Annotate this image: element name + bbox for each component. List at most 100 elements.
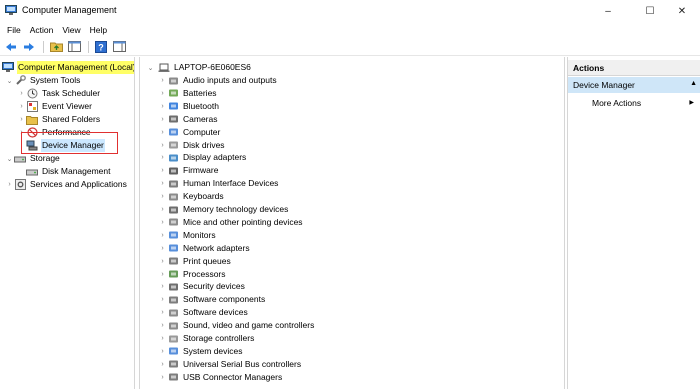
menu-view[interactable]: View: [59, 25, 86, 35]
device-category-row[interactable]: › Memory technology devices: [158, 203, 289, 216]
device-category-row[interactable]: › Human Interface Devices: [158, 177, 279, 190]
sound-icon: [167, 320, 179, 331]
expand-chevron-icon[interactable]: ›: [158, 203, 167, 216]
close-button[interactable]: ✕: [664, 0, 700, 22]
expand-chevron-icon[interactable]: ›: [158, 358, 167, 371]
expand-chevron-icon[interactable]: ›: [158, 151, 167, 164]
device-category-row[interactable]: › Audio inputs and outputs: [158, 74, 278, 87]
device-category-row[interactable]: › Universal Serial Bus controllers: [158, 358, 302, 371]
expand-chevron-icon[interactable]: ›: [5, 178, 14, 191]
tree-item-root[interactable]: Computer Management (Local): [2, 61, 134, 74]
device-category-row[interactable]: › Bluetooth: [158, 100, 220, 113]
device-category-label: Mice and other pointing devices: [183, 216, 303, 227]
expand-chevron-icon[interactable]: ›: [158, 139, 167, 152]
tree-item-label: Task Scheduler: [42, 88, 101, 98]
expand-chevron-icon[interactable]: ›: [158, 345, 167, 358]
submenu-arrow-icon[interactable]: ▶: [689, 99, 694, 106]
actions-header: Actions: [568, 60, 700, 76]
tree-item-system-tools[interactable]: ⌄ System Tools: [5, 74, 81, 87]
expand-chevron-icon[interactable]: ›: [158, 164, 167, 177]
collapse-chevron-icon[interactable]: ⌄: [5, 152, 14, 165]
expand-chevron-icon[interactable]: ›: [158, 87, 167, 100]
device-category-row[interactable]: › Network adapters: [158, 242, 251, 255]
expand-chevron-icon[interactable]: ›: [158, 280, 167, 293]
forward-icon[interactable]: [21, 40, 37, 54]
device-category-row[interactable]: › USB Connector Managers: [158, 371, 283, 384]
device-category-row[interactable]: › System devices: [158, 345, 244, 358]
tree-item-disk-management[interactable]: Disk Management: [26, 165, 112, 178]
expand-chevron-icon[interactable]: ›: [17, 87, 26, 100]
device-category-row[interactable]: › Firmware: [158, 164, 219, 177]
expand-chevron-icon[interactable]: ›: [158, 371, 167, 384]
show-hide-console-tree-icon[interactable]: [66, 40, 82, 54]
show-action-pane-icon[interactable]: [111, 40, 127, 54]
actions-section-device-manager[interactable]: Device Manager ▲: [568, 77, 700, 93]
expand-chevron-icon[interactable]: ›: [158, 319, 167, 332]
system-device-icon: [167, 346, 179, 357]
tree-item-task-scheduler[interactable]: › Task Scheduler: [17, 87, 101, 100]
more-actions-item[interactable]: More Actions: [592, 98, 641, 108]
collapse-chevron-icon[interactable]: ⌄: [146, 61, 155, 74]
audio-icon: [167, 75, 179, 86]
computer-management-app-icon: [5, 5, 17, 16]
computer-management-window: Computer Management – ☐ ✕ File Action Vi…: [0, 0, 700, 389]
maximize-button[interactable]: ☐: [632, 0, 668, 22]
device-category-row[interactable]: › Cameras: [158, 113, 218, 126]
expand-chevron-icon[interactable]: ›: [158, 242, 167, 255]
device-category-row[interactable]: › Software devices: [158, 306, 249, 319]
tree-item-services-applications[interactable]: › Services and Applications: [5, 178, 128, 191]
actions-section-label: Device Manager: [573, 80, 635, 90]
device-category-row[interactable]: › Security devices: [158, 280, 246, 293]
menu-action[interactable]: Action: [27, 25, 60, 35]
expand-chevron-icon[interactable]: ›: [17, 100, 26, 113]
memory-icon: [167, 204, 179, 215]
expand-chevron-icon[interactable]: ›: [158, 255, 167, 268]
minimize-button[interactable]: –: [590, 0, 626, 22]
device-category-row[interactable]: › Display adapters: [158, 151, 247, 164]
camera-icon: [167, 114, 179, 125]
expand-chevron-icon[interactable]: ›: [158, 190, 167, 203]
back-icon[interactable]: [3, 40, 19, 54]
device-category-row[interactable]: › Print queues: [158, 255, 232, 268]
expand-chevron-icon[interactable]: ›: [158, 74, 167, 87]
expand-chevron-icon[interactable]: ›: [158, 126, 167, 139]
device-category-row[interactable]: › Disk drives: [158, 139, 226, 152]
expand-chevron-icon[interactable]: ›: [158, 306, 167, 319]
expand-chevron-icon[interactable]: ›: [158, 100, 167, 113]
device-category-row[interactable]: › Software components: [158, 293, 266, 306]
device-category-row[interactable]: › Sound, video and game controllers: [158, 319, 315, 332]
up-folder-icon[interactable]: [48, 40, 64, 54]
device-category-label: Audio inputs and outputs: [183, 75, 277, 85]
device-category-row[interactable]: › Storage controllers: [158, 332, 255, 345]
device-category-row[interactable]: › Mice and other pointing devices: [158, 216, 304, 229]
device-category-label: Sound, video and game controllers: [183, 320, 315, 331]
expand-chevron-icon[interactable]: ›: [158, 229, 167, 242]
expand-chevron-icon[interactable]: ›: [17, 113, 26, 126]
help-icon[interactable]: ?: [93, 40, 109, 54]
toolbar-separator: [43, 40, 44, 53]
collapse-chevron-icon[interactable]: ⌄: [5, 74, 14, 87]
tree-item-shared-folders[interactable]: › Shared Folders: [17, 113, 101, 126]
menu-file[interactable]: File: [4, 25, 27, 35]
expand-chevron-icon[interactable]: ›: [158, 332, 167, 345]
expand-chevron-icon[interactable]: ›: [158, 293, 167, 306]
device-category-row[interactable]: › Computer: [158, 126, 221, 139]
device-category-row[interactable]: › Monitors: [158, 229, 217, 242]
device-category-label: Security devices: [183, 281, 245, 292]
device-category-row[interactable]: › Keyboards: [158, 190, 225, 203]
battery-icon: [167, 88, 179, 99]
device-tree-root[interactable]: ⌄ LAPTOP-6E060ES6: [146, 61, 252, 74]
device-category-row[interactable]: › Batteries: [158, 87, 218, 100]
tree-item-label: Disk Management: [42, 166, 111, 176]
expand-chevron-icon[interactable]: ›: [158, 113, 167, 126]
expand-chevron-icon[interactable]: ›: [158, 216, 167, 229]
device-category-row[interactable]: › Processors: [158, 268, 227, 281]
menu-help[interactable]: Help: [87, 25, 113, 35]
services-applications-icon: [14, 179, 26, 190]
expand-chevron-icon[interactable]: ›: [158, 177, 167, 190]
collapse-triangle-icon[interactable]: ▲: [690, 80, 697, 87]
device-category-label: System devices: [183, 345, 243, 356]
tree-item-event-viewer[interactable]: › Event Viewer: [17, 100, 93, 113]
storage-icon: [14, 153, 26, 164]
expand-chevron-icon[interactable]: ›: [158, 268, 167, 281]
